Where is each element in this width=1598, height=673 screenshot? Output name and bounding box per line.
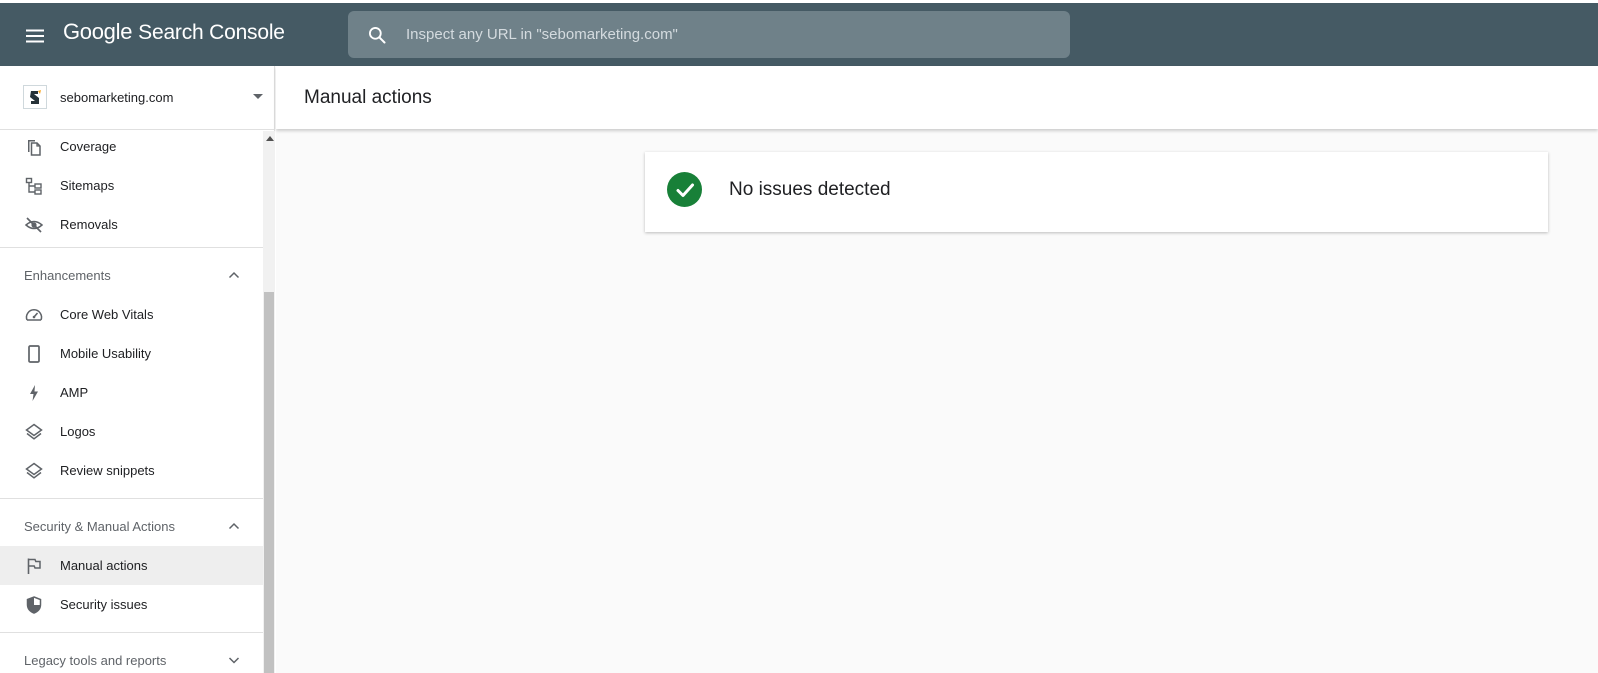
sidebar-item-label: Sitemaps	[60, 178, 115, 193]
product-logo[interactable]: Google Search Console	[63, 19, 285, 51]
property-selector[interactable]: sebomarketing.com	[0, 66, 274, 130]
phone-icon	[28, 344, 40, 363]
section-legacy-toggle[interactable]: Legacy tools and reports	[0, 640, 263, 673]
page-title: Manual actions	[304, 87, 432, 108]
sidebar-item-mobile-usability[interactable]: Mobile Usability	[0, 334, 263, 373]
sidebar-item-label: Review snippets	[60, 463, 155, 478]
sidebar-divider	[0, 498, 263, 499]
sidebar-item-removals[interactable]: Removals	[0, 205, 263, 244]
chevron-down-icon	[228, 657, 240, 664]
section-title: Enhancements	[24, 267, 111, 283]
sidebar-item-label: Coverage	[60, 139, 117, 154]
chevron-up-icon	[228, 271, 240, 279]
section-title: Legacy tools and reports	[24, 652, 167, 668]
sidebar-item-label: Mobile Usability	[60, 346, 152, 361]
sidebar-item-label: Core Web Vitals	[60, 307, 154, 322]
sidebar-item-manual-actions[interactable]: Manual actions	[0, 546, 263, 585]
sitemaps-icon	[25, 177, 42, 195]
sidebar-nav: Coverage Sitemaps Removals Enhancements …	[0, 131, 263, 673]
shield-icon	[26, 595, 42, 614]
dropdown-caret-icon	[253, 94, 263, 99]
status-message: No issues detected	[729, 179, 891, 200]
url-inspection-search[interactable]	[348, 11, 1070, 58]
sidebar-divider	[0, 632, 263, 633]
removals-icon	[24, 216, 44, 233]
sidebar: sebomarketing.com Coverage Sitemaps Remo…	[0, 66, 275, 673]
layers-icon	[25, 423, 43, 440]
flag-icon	[27, 558, 41, 574]
sidebar-item-logos[interactable]: Logos	[0, 412, 263, 451]
top-app-bar: Google Search Console	[0, 3, 1598, 66]
scroll-up-arrow-icon[interactable]	[266, 136, 274, 141]
chevron-up-icon	[228, 522, 240, 530]
sidebar-item-amp[interactable]: AMP	[0, 373, 263, 412]
hamburger-menu-icon	[26, 29, 44, 43]
page-header: Manual actions	[276, 66, 1598, 129]
main-content: Manual actions No issues detected	[276, 66, 1598, 673]
speedometer-icon	[25, 308, 43, 321]
property-name: sebomarketing.com	[60, 90, 174, 105]
site-logo-icon	[27, 89, 43, 105]
sidebar-item-security-issues[interactable]: Security issues	[0, 585, 263, 624]
sidebar-item-label: Removals	[60, 217, 118, 232]
url-inspection-input[interactable]	[406, 11, 1070, 58]
sidebar-scrollbar-thumb[interactable]	[264, 292, 274, 673]
section-security-toggle[interactable]: Security & Manual Actions	[0, 506, 263, 546]
section-enhancements-toggle[interactable]: Enhancements	[0, 255, 263, 295]
brand-google: Google	[63, 19, 133, 44]
search-icon[interactable]	[367, 25, 387, 45]
sidebar-item-label: Logos	[60, 424, 96, 439]
sidebar-item-label: Security issues	[60, 597, 148, 612]
property-favicon	[23, 85, 47, 109]
search-console-app: Google Search Console sebomarketing.com	[0, 0, 1598, 673]
sidebar-divider	[0, 247, 263, 248]
main-menu-button[interactable]	[17, 18, 53, 54]
sidebar-item-sitemaps[interactable]: Sitemaps	[0, 166, 263, 205]
sidebar-item-label: Manual actions	[60, 558, 148, 573]
lightning-icon	[30, 384, 38, 401]
sidebar-item-coverage[interactable]: Coverage	[0, 131, 263, 166]
sidebar-item-label: AMP	[60, 385, 89, 400]
success-check-icon	[667, 172, 702, 207]
coverage-icon	[28, 139, 41, 156]
layers-icon	[25, 462, 43, 479]
brand-product: Search Console	[138, 21, 285, 44]
section-title: Security & Manual Actions	[24, 518, 176, 534]
status-card: No issues detected	[645, 152, 1548, 232]
sidebar-item-review-snippets[interactable]: Review snippets	[0, 451, 263, 490]
sidebar-item-core-web-vitals[interactable]: Core Web Vitals	[0, 295, 263, 334]
